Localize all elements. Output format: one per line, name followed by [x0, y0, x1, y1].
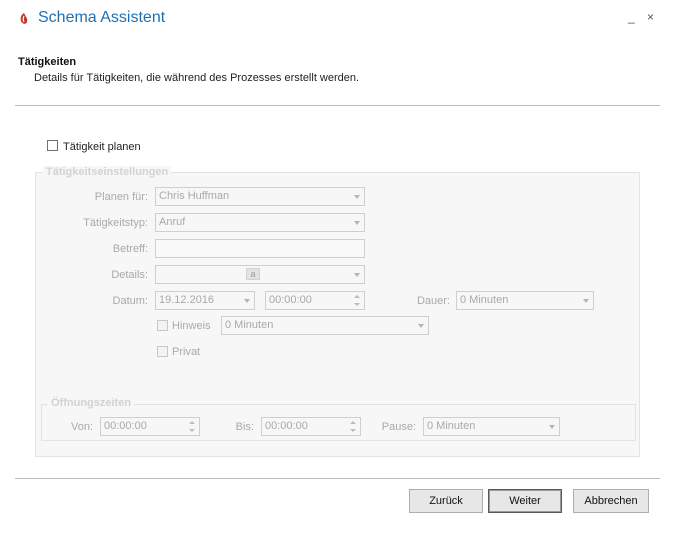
plan-activity-checkbox[interactable] — [47, 140, 58, 151]
plan-for-value: Chris Huffman — [159, 190, 230, 202]
time-spinner[interactable]: 00:00:00 — [265, 291, 365, 310]
page-heading: Tätigkeiten — [18, 56, 77, 68]
to-label: Bis: — [235, 421, 254, 433]
pause-dropdown[interactable]: 0 Minuten — [423, 417, 560, 436]
spinner-arrows-icon[interactable] — [353, 293, 362, 308]
date-picker[interactable]: 19.12.2016 — [155, 291, 255, 310]
activity-type-value: Anruf — [159, 216, 186, 228]
chevron-down-icon — [244, 299, 250, 303]
chevron-down-icon — [354, 273, 360, 277]
close-button[interactable]: × — [647, 10, 654, 24]
minimize-button[interactable]: _ — [628, 10, 635, 24]
from-label: Von: — [70, 421, 93, 433]
chevron-down-icon — [549, 425, 555, 429]
reminder-dropdown[interactable]: 0 Minuten — [221, 316, 429, 335]
private-checkbox[interactable] — [157, 346, 168, 357]
subject-input[interactable] — [155, 239, 365, 258]
activity-type-label: Tätigkeitstyp: — [83, 217, 148, 229]
back-button[interactable]: Zurück — [409, 489, 483, 513]
page-description: Details für Tätigkeiten, die während des… — [34, 72, 360, 84]
details-label: Details: — [111, 269, 148, 281]
activity-type-dropdown[interactable]: Anruf — [155, 213, 365, 232]
chevron-down-icon — [583, 299, 589, 303]
reminder-checkbox[interactable] — [157, 320, 168, 331]
text-format-icon: a — [246, 268, 260, 280]
spinner-arrows-icon[interactable] — [188, 419, 197, 434]
plan-activity-label: Tätigkeit planen — [63, 141, 141, 153]
details-dropdown[interactable]: a — [155, 265, 365, 284]
time-value: 00:00:00 — [269, 294, 312, 306]
from-time-value: 00:00:00 — [104, 420, 147, 432]
app-logo-icon — [17, 12, 31, 26]
date-value: 19.12.2016 — [159, 294, 215, 306]
to-time-spinner[interactable]: 00:00:00 — [261, 417, 361, 436]
chevron-down-icon — [354, 221, 360, 225]
duration-value: 0 Minuten — [460, 294, 509, 306]
activity-settings-legend: Tätigkeitseinstellungen — [43, 166, 172, 178]
footer-divider — [15, 478, 660, 479]
opening-hours-legend: Öffnungszeiten — [48, 397, 135, 409]
subject-label: Betreff: — [112, 243, 148, 255]
duration-label: Dauer: — [416, 295, 450, 307]
reminder-label: Hinweis — [172, 320, 211, 332]
to-time-value: 00:00:00 — [265, 420, 308, 432]
plan-for-label: Planen für: — [94, 191, 148, 203]
plan-for-dropdown[interactable]: Chris Huffman — [155, 187, 365, 206]
date-label: Datum: — [112, 295, 148, 307]
spinner-arrows-icon[interactable] — [349, 419, 358, 434]
next-button[interactable]: Weiter — [488, 489, 562, 513]
window-title: Schema Assistent — [38, 9, 166, 26]
reminder-value: 0 Minuten — [225, 319, 274, 331]
header-divider — [15, 105, 660, 106]
private-label: Privat — [172, 346, 201, 358]
pause-value: 0 Minuten — [427, 420, 476, 432]
chevron-down-icon — [354, 195, 360, 199]
duration-dropdown[interactable]: 0 Minuten — [456, 291, 594, 310]
pause-label: Pause: — [381, 421, 416, 433]
chevron-down-icon — [418, 324, 424, 328]
cancel-button[interactable]: Abbrechen — [573, 489, 649, 513]
from-time-spinner[interactable]: 00:00:00 — [100, 417, 200, 436]
